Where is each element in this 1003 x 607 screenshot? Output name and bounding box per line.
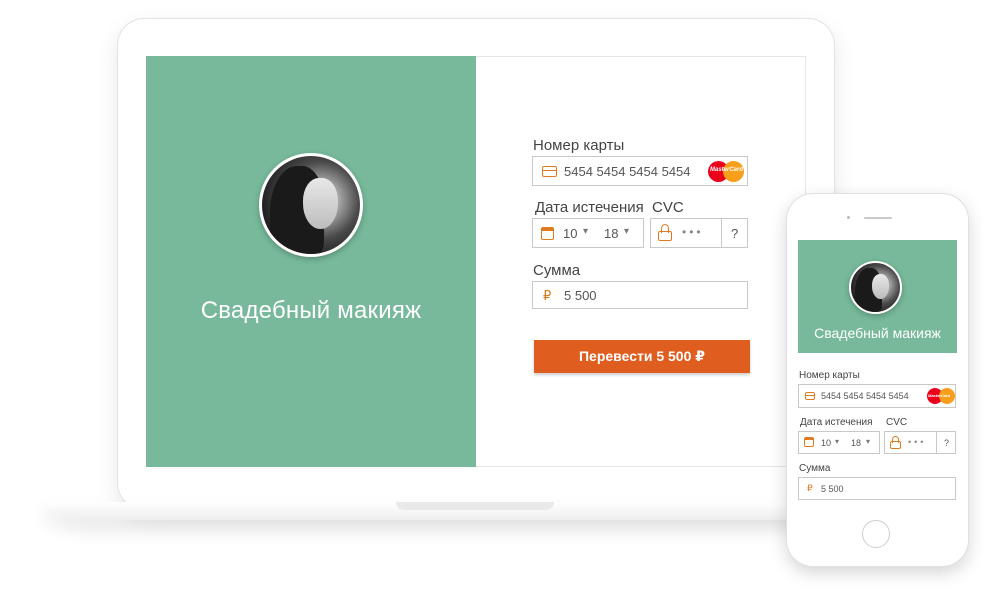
amount-label: Сумма [799, 463, 831, 474]
cvc-field[interactable]: ••• ? [650, 218, 748, 248]
card-number-value: 5454 5454 5454 5454 [564, 164, 691, 179]
laptop-screen: Свадебный макияж Номер карты 5454 5454 5… [146, 56, 806, 467]
cvc-label: CVC [886, 417, 908, 428]
credit-card-icon [542, 166, 557, 177]
ruble-icon: ₽ [807, 483, 813, 493]
phone-camera [847, 216, 850, 219]
ruble-icon: ₽ [543, 288, 552, 303]
lock-icon [890, 436, 901, 449]
month-dropdown-icon[interactable]: ▾ [835, 437, 839, 446]
cvc-mask: ••• [908, 437, 927, 447]
card-number-field[interactable]: 5454 5454 5454 5454 MasterCard [798, 384, 956, 408]
card-number-label: Номер карты [799, 370, 860, 381]
card-number-value: 5454 5454 5454 5454 [821, 391, 909, 401]
expiry-field[interactable]: 10 ▾ 18 ▾ [798, 431, 880, 454]
mastercard-icon: MasterCard [708, 161, 744, 182]
cvc-help-button[interactable]: ? [731, 226, 738, 241]
amount-value: 5 500 [821, 484, 844, 494]
card-number-label: Номер карты [533, 137, 625, 154]
service-panel: Свадебный макияж [146, 56, 476, 467]
avatar [259, 153, 363, 257]
expiry-month[interactable]: 10 [821, 438, 831, 448]
laptop-notch [396, 502, 554, 510]
amount-label: Сумма [533, 262, 581, 279]
expiry-year[interactable]: 18 [604, 226, 618, 241]
phone-speaker [864, 217, 892, 219]
service-panel: Свадебный макияж [798, 240, 957, 353]
phone-screen: Свадебный макияж Номер карты 5454 5454 5… [798, 240, 957, 510]
phone-frame: Свадебный макияж Номер карты 5454 5454 5… [787, 194, 968, 566]
credit-card-icon [805, 392, 815, 400]
cvc-mask: ••• [682, 225, 704, 239]
amount-field[interactable]: ₽ 5 500 [532, 281, 748, 309]
year-dropdown-icon[interactable]: ▾ [624, 226, 629, 237]
mastercard-icon: MasterCard [927, 388, 955, 404]
month-dropdown-icon[interactable]: ▾ [583, 226, 588, 237]
expiry-year[interactable]: 18 [851, 438, 861, 448]
card-number-field[interactable]: 5454 5454 5454 5454 MasterCard [532, 156, 748, 186]
service-title: Свадебный макияж [200, 297, 422, 324]
amount-value: 5 500 [564, 288, 597, 303]
service-title: Свадебный макияж [814, 325, 941, 341]
expiry-month[interactable]: 10 [563, 226, 577, 241]
expiry-label: Дата истечения [800, 417, 873, 428]
calendar-icon [541, 227, 554, 240]
calendar-icon [804, 437, 814, 447]
expiry-label: Дата истечения [535, 199, 644, 216]
year-dropdown-icon[interactable]: ▾ [866, 437, 870, 446]
cvc-label: CVC [652, 199, 684, 216]
home-button[interactable] [862, 520, 890, 548]
avatar [849, 261, 902, 314]
divider [936, 432, 937, 453]
cvc-help-button[interactable]: ? [944, 438, 949, 448]
submit-payment-button[interactable]: Перевести 5 500 ₽ [534, 340, 750, 373]
amount-field[interactable]: ₽ 5 500 [798, 477, 956, 500]
divider [721, 219, 722, 247]
expiry-field[interactable]: 10 ▾ 18 ▾ [532, 218, 644, 248]
lock-icon [658, 224, 672, 241]
cvc-field[interactable]: ••• ? [884, 431, 956, 454]
